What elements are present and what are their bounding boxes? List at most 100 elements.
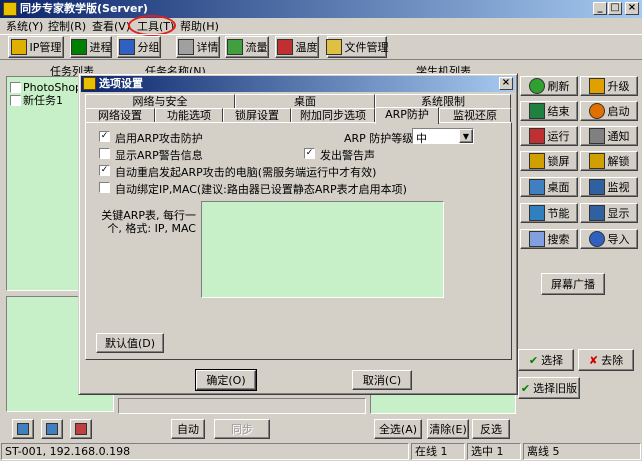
menu-view[interactable]: 查看(V) bbox=[92, 18, 130, 35]
auto-bind-label: 自动绑定IP,MAC(建议:路由器已设置静态ARP表才启用本项) bbox=[115, 183, 407, 196]
search-icon bbox=[528, 231, 545, 247]
process-icon bbox=[70, 39, 87, 55]
delete-task-button[interactable] bbox=[70, 419, 92, 439]
search-button[interactable]: 搜索 bbox=[520, 229, 578, 249]
tab-function-options[interactable]: 功能选项 bbox=[155, 108, 223, 123]
select-button[interactable]: ✔ 选择 bbox=[518, 349, 574, 371]
upgrade-icon bbox=[588, 78, 605, 94]
ip-manage-button[interactable]: IP管理 bbox=[8, 36, 64, 58]
edit-task-button[interactable] bbox=[41, 419, 63, 439]
enable-arp-label: 启用ARP攻击防护 bbox=[115, 132, 203, 145]
upgrade-button[interactable]: 升级 bbox=[580, 76, 638, 96]
traffic-icon bbox=[226, 39, 243, 55]
dialog-title-bar: 选项设置 × bbox=[81, 76, 515, 92]
minimize-button[interactable]: _ bbox=[593, 2, 607, 15]
refresh-icon bbox=[528, 78, 545, 94]
highlight-circle bbox=[128, 15, 176, 36]
checkmark-icon: ✔ bbox=[520, 381, 531, 395]
desktop-button[interactable]: 桌面 bbox=[520, 177, 578, 197]
show-warning-checkbox[interactable] bbox=[99, 148, 110, 159]
notify-icon bbox=[588, 128, 605, 144]
auto-bind-checkbox[interactable] bbox=[99, 182, 110, 193]
dialog-icon bbox=[83, 77, 96, 90]
menu-bar: 系统(Y) 控制(R) 查看(V) 工具(T) 帮助(H) bbox=[0, 15, 642, 36]
invert-button[interactable]: 反选 bbox=[472, 419, 510, 439]
dialog-close-button[interactable]: × bbox=[499, 77, 513, 90]
x-mark-icon: ✘ bbox=[588, 353, 599, 367]
tab-network-settings[interactable]: 网络设置 bbox=[85, 108, 155, 123]
tab-arp-protection[interactable]: ARP防护 bbox=[375, 107, 439, 124]
refresh-button[interactable]: 刷新 bbox=[520, 76, 578, 96]
auto-restart-checkbox[interactable]: ✓ bbox=[99, 165, 110, 176]
add-task-button[interactable] bbox=[12, 419, 34, 439]
display-button[interactable]: 显示 bbox=[580, 203, 638, 223]
monitor-button[interactable]: 监视 bbox=[580, 177, 638, 197]
ip-manage-icon bbox=[10, 39, 27, 55]
traffic-button[interactable]: 流量 bbox=[225, 36, 269, 58]
screen-broadcast-button[interactable]: 屏幕广播 bbox=[541, 273, 605, 295]
list-item[interactable]: 新任务1 bbox=[10, 92, 63, 108]
status-offline: 离线 5 bbox=[523, 443, 641, 460]
clear-button[interactable]: 清除(E) bbox=[427, 419, 469, 439]
task-checkbox[interactable] bbox=[10, 94, 21, 106]
power-save-icon bbox=[528, 205, 545, 221]
unlock-button[interactable]: 解锁 bbox=[580, 151, 638, 171]
enable-arp-checkbox[interactable]: ✓ bbox=[99, 131, 110, 142]
left-mid-area bbox=[118, 398, 366, 414]
arp-table-textarea[interactable] bbox=[201, 201, 444, 298]
delete-icon bbox=[75, 423, 87, 435]
run-button[interactable]: 运行 bbox=[520, 126, 578, 146]
options-dialog: 选项设置 × 网络与安全 桌面 系统限制 网络设置 功能选项 锁屏设置 附加同步… bbox=[78, 73, 518, 395]
import-icon bbox=[588, 231, 605, 247]
end-button[interactable]: 结束 bbox=[520, 101, 578, 121]
status-host: ST-001, 192.168.0.198 bbox=[1, 443, 409, 460]
default-button[interactable]: 默认值(D) bbox=[96, 333, 164, 353]
power-save-button[interactable]: 节能 bbox=[520, 203, 578, 223]
group-button[interactable]: 分组 bbox=[117, 36, 161, 58]
import-button[interactable]: 导入 bbox=[580, 229, 638, 249]
file-manage-button[interactable]: 文件管理 bbox=[325, 36, 389, 58]
tab-lock-screen-settings[interactable]: 锁屏设置 bbox=[223, 108, 291, 123]
edit-icon bbox=[46, 423, 58, 435]
send-alarm-checkbox[interactable]: ✓ bbox=[304, 148, 315, 159]
protect-level-select[interactable]: 中 ▼ bbox=[412, 128, 474, 145]
detail-button[interactable]: 详情 bbox=[176, 36, 220, 58]
display-icon bbox=[588, 205, 605, 221]
status-online: 在线 1 bbox=[411, 443, 465, 460]
detail-icon bbox=[177, 39, 194, 55]
cancel-button[interactable]: 取消(C) bbox=[352, 370, 412, 390]
tab-desktop[interactable]: 桌面 bbox=[235, 94, 375, 109]
temperature-button[interactable]: 温度 bbox=[275, 36, 319, 58]
process-button[interactable]: 进程 bbox=[70, 36, 112, 58]
notify-button[interactable]: 通知 bbox=[580, 126, 638, 146]
run-icon bbox=[528, 128, 545, 144]
arp-table-label: 关键ARP表, 每行一个, 格式: IP, MAC bbox=[101, 209, 196, 235]
desktop-icon bbox=[528, 179, 545, 195]
file-manage-icon bbox=[325, 39, 342, 55]
maximize-button[interactable]: □ bbox=[608, 2, 622, 15]
arp-tab-panel: ✓ 启用ARP攻击防护 ARP 防护等级: 中 ▼ 显示ARP警告信息 ✓ 发出… bbox=[85, 122, 512, 360]
menu-system[interactable]: 系统(Y) bbox=[6, 18, 43, 35]
end-icon bbox=[528, 103, 545, 119]
close-button[interactable]: × bbox=[625, 2, 639, 15]
unlock-icon bbox=[588, 153, 605, 169]
sync-button[interactable]: 同步 bbox=[214, 419, 270, 439]
auto-button[interactable]: 自动 bbox=[171, 419, 205, 439]
select-old-button[interactable]: ✔ 选择旧版 bbox=[518, 377, 580, 399]
menu-help[interactable]: 帮助(H) bbox=[180, 18, 219, 35]
tab-network-security[interactable]: 网络与安全 bbox=[85, 94, 235, 109]
lock-screen-button[interactable]: 锁屏 bbox=[520, 151, 578, 171]
chevron-down-icon[interactable]: ▼ bbox=[459, 129, 473, 143]
temperature-icon bbox=[276, 39, 293, 55]
start-icon bbox=[588, 103, 605, 119]
tab-extra-sync-options[interactable]: 附加同步选项 bbox=[291, 108, 375, 123]
remove-button[interactable]: ✘ 去除 bbox=[578, 349, 634, 371]
start-button[interactable]: 启动 bbox=[580, 101, 638, 121]
tab-monitor-restore[interactable]: 监视还原 bbox=[439, 108, 511, 123]
send-alarm-label: 发出警告声 bbox=[320, 149, 375, 162]
select-all-button[interactable]: 全选(A) bbox=[374, 419, 422, 439]
show-warning-label: 显示ARP警告信息 bbox=[115, 149, 203, 162]
ok-button[interactable]: 确定(O) bbox=[195, 369, 257, 391]
menu-control[interactable]: 控制(R) bbox=[48, 18, 86, 35]
main-title-bar: 同步专家教学版(Server) _ □ × bbox=[0, 0, 642, 18]
